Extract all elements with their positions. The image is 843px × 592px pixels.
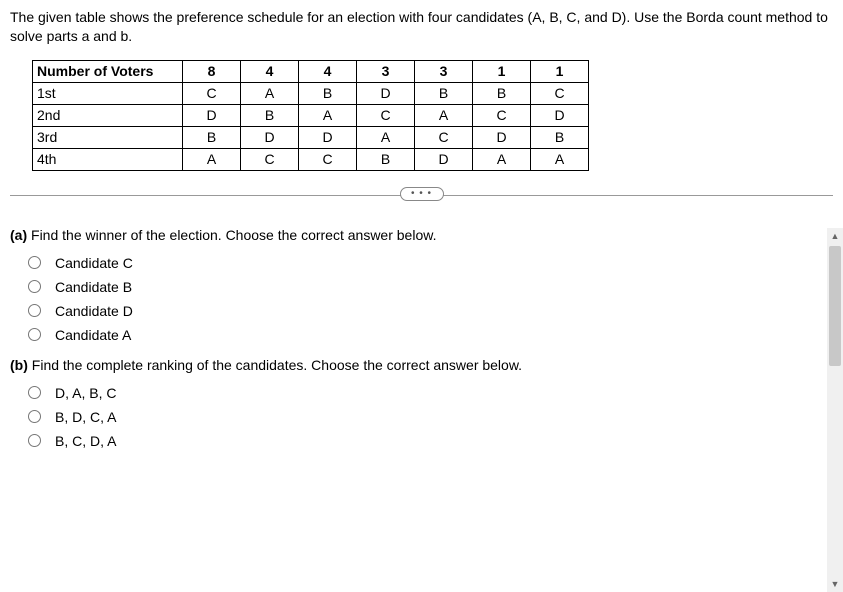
radio-icon bbox=[28, 256, 41, 269]
option-label: Candidate D bbox=[55, 303, 133, 319]
radio-icon bbox=[28, 304, 41, 317]
rank-label: 4th bbox=[33, 148, 183, 170]
part-a-prompt: Find the winner of the election. Choose … bbox=[27, 227, 436, 243]
question-b: (b) Find the complete ranking of the can… bbox=[10, 357, 833, 449]
pref-cell: B bbox=[299, 82, 357, 104]
pref-cell: C bbox=[531, 82, 589, 104]
pref-cell: A bbox=[473, 148, 531, 170]
pref-cell: D bbox=[183, 104, 241, 126]
pref-cell: A bbox=[531, 148, 589, 170]
expand-pill-button[interactable]: • • • bbox=[400, 187, 444, 201]
rank-label: 3rd bbox=[33, 126, 183, 148]
pref-cell: D bbox=[241, 126, 299, 148]
option-b-2[interactable]: B, D, C, A bbox=[22, 409, 833, 425]
option-b-1[interactable]: D, A, B, C bbox=[22, 385, 833, 401]
option-label: B, C, D, A bbox=[55, 433, 116, 449]
scroll-thumb[interactable] bbox=[829, 246, 841, 366]
rank-label: 2nd bbox=[33, 104, 183, 126]
pref-cell: D bbox=[415, 148, 473, 170]
pref-cell: A bbox=[415, 104, 473, 126]
pref-cell: B bbox=[473, 82, 531, 104]
scroll-down-arrow-icon[interactable]: ▼ bbox=[827, 576, 843, 592]
pref-cell: B bbox=[531, 126, 589, 148]
pref-cell: D bbox=[299, 126, 357, 148]
table-header-row: Number of Voters 8 4 4 3 3 1 1 bbox=[33, 60, 589, 82]
scroll-up-arrow-icon[interactable]: ▲ bbox=[827, 228, 843, 244]
header-label: Number of Voters bbox=[33, 60, 183, 82]
option-a-2[interactable]: Candidate B bbox=[22, 279, 833, 295]
table-row: 2nd D B A C A C D bbox=[33, 104, 589, 126]
voter-count: 3 bbox=[357, 60, 415, 82]
pref-cell: B bbox=[415, 82, 473, 104]
rank-label: 1st bbox=[33, 82, 183, 104]
option-b-3[interactable]: B, C, D, A bbox=[22, 433, 833, 449]
pref-cell: B bbox=[183, 126, 241, 148]
voter-count: 8 bbox=[183, 60, 241, 82]
option-a-3[interactable]: Candidate D bbox=[22, 303, 833, 319]
pref-cell: B bbox=[241, 104, 299, 126]
preference-table: Number of Voters 8 4 4 3 3 1 1 1st C A B… bbox=[32, 60, 833, 171]
question-a-text: (a) Find the winner of the election. Cho… bbox=[10, 227, 833, 243]
option-a-1[interactable]: Candidate C bbox=[22, 255, 833, 271]
part-a-label: (a) bbox=[10, 227, 27, 243]
pref-cell: C bbox=[183, 82, 241, 104]
voter-count: 4 bbox=[241, 60, 299, 82]
pref-cell: C bbox=[299, 148, 357, 170]
option-label: B, D, C, A bbox=[55, 409, 116, 425]
radio-icon bbox=[28, 328, 41, 341]
radio-icon bbox=[28, 410, 41, 423]
pref-cell: D bbox=[531, 104, 589, 126]
pref-cell: C bbox=[241, 148, 299, 170]
question-b-text: (b) Find the complete ranking of the can… bbox=[10, 357, 833, 373]
pref-cell: A bbox=[241, 82, 299, 104]
pref-cell: D bbox=[357, 82, 415, 104]
table-row: 1st C A B D B B C bbox=[33, 82, 589, 104]
table-row: 4th A C C B D A A bbox=[33, 148, 589, 170]
pref-cell: B bbox=[357, 148, 415, 170]
option-label: Candidate C bbox=[55, 255, 133, 271]
voter-count: 1 bbox=[473, 60, 531, 82]
pref-cell: A bbox=[357, 126, 415, 148]
pref-cell: C bbox=[473, 104, 531, 126]
table-row: 3rd B D D A C D B bbox=[33, 126, 589, 148]
radio-icon bbox=[28, 280, 41, 293]
radio-icon bbox=[28, 386, 41, 399]
question-a: (a) Find the winner of the election. Cho… bbox=[10, 227, 833, 343]
option-label: D, A, B, C bbox=[55, 385, 116, 401]
part-b-prompt: Find the complete ranking of the candida… bbox=[28, 357, 522, 373]
pref-cell: D bbox=[473, 126, 531, 148]
voter-count: 4 bbox=[299, 60, 357, 82]
option-a-4[interactable]: Candidate A bbox=[22, 327, 833, 343]
pref-cell: C bbox=[415, 126, 473, 148]
vertical-scrollbar[interactable]: ▲ ▼ bbox=[827, 228, 843, 592]
radio-icon bbox=[28, 434, 41, 447]
pref-cell: A bbox=[299, 104, 357, 126]
voter-count: 3 bbox=[415, 60, 473, 82]
pref-cell: C bbox=[357, 104, 415, 126]
voter-count: 1 bbox=[531, 60, 589, 82]
pref-cell: A bbox=[183, 148, 241, 170]
option-label: Candidate A bbox=[55, 327, 131, 343]
intro-text: The given table shows the preference sch… bbox=[10, 8, 833, 46]
part-b-label: (b) bbox=[10, 357, 28, 373]
option-label: Candidate B bbox=[55, 279, 132, 295]
